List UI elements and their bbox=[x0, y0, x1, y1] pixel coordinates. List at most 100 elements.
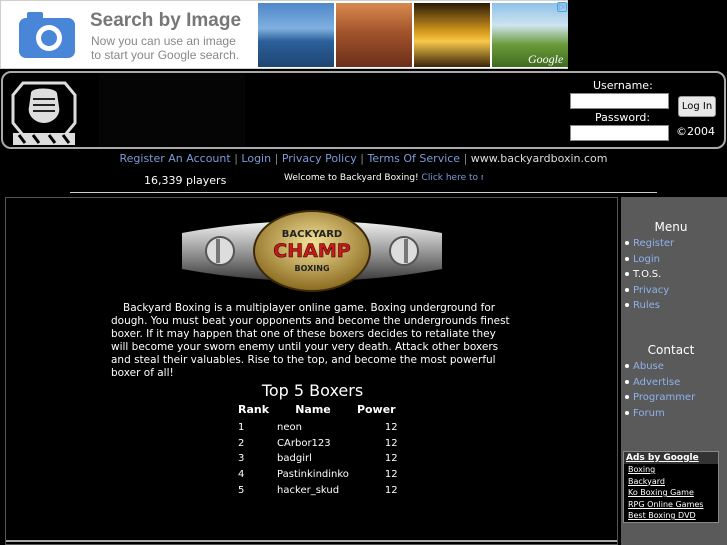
ad-link-item[interactable]: RPG Online Games bbox=[628, 499, 718, 511]
boxer-name-cell[interactable]: Pastinkindinko bbox=[273, 467, 353, 483]
sidebar-item-rules[interactable]: Rules bbox=[625, 298, 674, 314]
contact-heading: Contact bbox=[647, 343, 695, 357]
copyright-text: ©2004 bbox=[676, 125, 715, 138]
nav-separator: | bbox=[274, 152, 279, 165]
nav-separator: | bbox=[234, 152, 238, 165]
nav-privacy-link[interactable]: Privacy Policy bbox=[282, 152, 357, 165]
sidebar-item-tos[interactable]: T.O.S. bbox=[625, 267, 674, 283]
ad-link-item[interactable]: Boxing bbox=[628, 464, 718, 476]
sidebar-item-label[interactable]: Forum bbox=[633, 408, 665, 419]
ad-link[interactable]: Ko Boxing Game bbox=[628, 488, 694, 497]
sidebar-item-label[interactable]: Login bbox=[633, 254, 660, 265]
ad-link[interactable]: RPG Online Games bbox=[628, 500, 703, 509]
belt-text-top: BACKYARD bbox=[282, 229, 342, 240]
sidebar-item-programmer[interactable]: Programmer bbox=[625, 390, 695, 406]
password-input[interactable] bbox=[570, 125, 669, 141]
table-row: 5 hacker_skud 12 bbox=[234, 482, 400, 498]
intro-paragraph: Backyard Boxing is a multiplayer online … bbox=[111, 302, 510, 379]
table-row: 1 neon 12 bbox=[234, 420, 400, 436]
ads-list: Boxing Backyard Ko Boxing Game RPG Onlin… bbox=[624, 464, 718, 522]
belt-text-bottom: BOXING bbox=[294, 264, 329, 273]
rank-cell: 3 bbox=[238, 453, 245, 465]
ad-title[interactable]: Search by Image bbox=[90, 10, 241, 32]
sidebar-item-privacy[interactable]: Privacy bbox=[625, 283, 674, 299]
login-button[interactable]: Log In bbox=[678, 96, 716, 117]
welcome-text: Welcome to Backyard Boxing! bbox=[284, 173, 419, 183]
ad-link-item[interactable]: Backyard bbox=[628, 476, 718, 488]
ad-link[interactable]: Best Boxing DVD bbox=[628, 511, 696, 520]
rank-cell: 1 bbox=[238, 422, 245, 434]
ad-link-item[interactable]: Ko Boxing Game bbox=[628, 487, 718, 499]
power-cell: 12 bbox=[384, 484, 398, 496]
sidebar-item-abuse[interactable]: Abuse bbox=[625, 359, 695, 375]
sidebar-item-label[interactable]: Rules bbox=[633, 300, 660, 311]
contact-list: Abuse Advertise Programmer Forum bbox=[625, 359, 695, 421]
sidebar-item-label[interactable]: Register bbox=[633, 238, 674, 249]
table-header-row: Rank Name Power bbox=[234, 401, 400, 420]
sidebar-item-label[interactable]: Programmer bbox=[633, 392, 695, 403]
ad-link[interactable]: Boxing bbox=[628, 465, 655, 474]
sidebar-item-register[interactable]: Register bbox=[625, 236, 674, 252]
power-cell: 12 bbox=[384, 453, 398, 465]
champ-belt-logo: BACKYARD CHAMP BOXING bbox=[182, 210, 442, 292]
site-domain: www.backyardboxin.com bbox=[470, 152, 608, 165]
belt-text-middle: CHAMP bbox=[273, 240, 350, 262]
nav-separator: | bbox=[360, 152, 364, 165]
top5-table: Rank Name Power 1 neon 12 2 CArbor123 12… bbox=[234, 401, 400, 498]
divider bbox=[6, 540, 617, 542]
sidebar-item-label[interactable]: T.O.S. bbox=[633, 269, 661, 280]
boxer-name-cell[interactable]: badgirl bbox=[273, 451, 353, 467]
table-row: 4 Pastinkindinko 12 bbox=[234, 467, 400, 483]
top5-title: Top 5 Boxers bbox=[261, 381, 364, 400]
boxer-name-cell[interactable]: hacker_skud bbox=[273, 482, 353, 498]
boxer-name-cell[interactable]: CArbor123 bbox=[273, 436, 353, 452]
sidebar-item-label[interactable]: Advertise bbox=[633, 377, 680, 388]
name-header: Name bbox=[295, 403, 331, 416]
boxer-fist-logo-icon[interactable] bbox=[9, 77, 79, 145]
power-header: Power bbox=[356, 403, 396, 416]
camera-icon bbox=[19, 12, 75, 58]
nav-register-link[interactable]: Register An Account bbox=[119, 152, 230, 165]
adchoices-icon[interactable]: ▷ bbox=[557, 2, 567, 12]
site-header: Username: Password: Log In ©2004 bbox=[1, 71, 726, 149]
power-cell: 12 bbox=[384, 422, 398, 434]
sidebar-item-label[interactable]: Privacy bbox=[633, 285, 669, 296]
table-row: 3 badgirl 12 bbox=[234, 451, 400, 467]
boxer-name-cell[interactable]: neon bbox=[273, 420, 353, 436]
ad-photo-coast[interactable] bbox=[258, 3, 334, 67]
username-input[interactable] bbox=[570, 93, 669, 109]
nav-terms-link[interactable]: Terms Of Service bbox=[368, 152, 461, 165]
username-label: Username: bbox=[593, 79, 653, 92]
password-label: Password: bbox=[595, 111, 651, 124]
ad-description-line-2: to start your Google search. bbox=[91, 48, 240, 62]
main-content: BACKYARD CHAMP BOXING Backyard Boxing is… bbox=[5, 197, 618, 545]
ad-photo-sunset[interactable] bbox=[414, 3, 490, 67]
power-cell: 12 bbox=[384, 469, 398, 481]
ad-link[interactable]: Backyard bbox=[628, 477, 665, 486]
players-count: 16,339 players bbox=[144, 174, 227, 187]
menu-list: Register Login T.O.S. Privacy Rules bbox=[625, 236, 674, 314]
google-ads-box: Ads by Google Boxing Backyard Ko Boxing … bbox=[623, 451, 719, 523]
sidebar-item-advertise[interactable]: Advertise bbox=[625, 375, 695, 391]
sidebar-item-forum[interactable]: Forum bbox=[625, 406, 695, 422]
google-ad-banner[interactable]: Search by Image Now you can use an image… bbox=[0, 0, 568, 69]
welcome-link[interactable]: Click here to r bbox=[422, 173, 483, 183]
nav-login-link[interactable]: Login bbox=[241, 152, 271, 165]
sidebar: Menu Register Login T.O.S. Privacy Rules… bbox=[621, 197, 727, 545]
ad-description-line-1: Now you can use an image bbox=[91, 34, 236, 48]
rank-cell: 5 bbox=[238, 484, 245, 496]
power-cell: 12 bbox=[384, 437, 398, 449]
divider bbox=[70, 192, 657, 193]
nav-separator: | bbox=[463, 152, 468, 165]
rank-header: Rank bbox=[238, 403, 270, 416]
ad-photo-canyon[interactable] bbox=[336, 3, 412, 67]
menu-heading: Menu bbox=[654, 220, 688, 234]
rank-cell: 2 bbox=[238, 437, 245, 449]
top-nav: Register An Account | Login | Privacy Po… bbox=[0, 152, 727, 165]
ad-link-item[interactable]: Best Boxing DVD bbox=[628, 510, 718, 522]
ads-heading[interactable]: Ads by Google bbox=[624, 452, 718, 464]
rank-cell: 4 bbox=[238, 469, 245, 481]
sidebar-item-login[interactable]: Login bbox=[625, 252, 674, 268]
sidebar-item-label[interactable]: Abuse bbox=[633, 361, 664, 372]
table-row: 2 CArbor123 12 bbox=[234, 436, 400, 452]
